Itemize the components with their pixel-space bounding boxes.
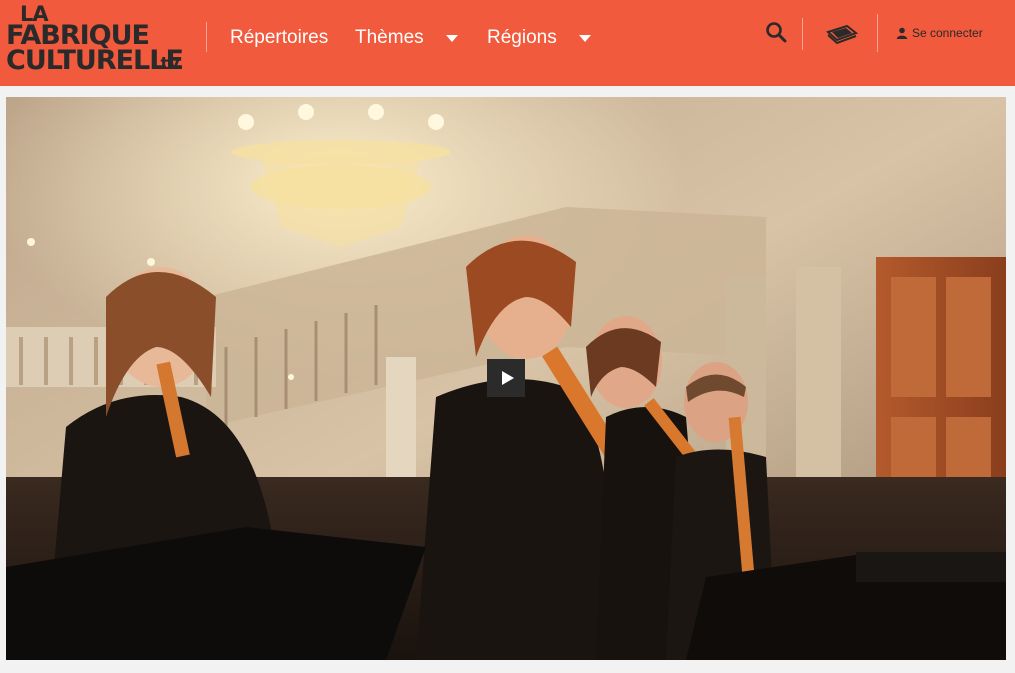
- chevron-down-icon: [445, 34, 458, 42]
- video-player[interactable]: [6, 97, 1006, 660]
- play-icon: [501, 371, 514, 385]
- login-link[interactable]: Se connecter: [896, 26, 983, 40]
- divider: [802, 18, 803, 50]
- nav-repertoires-label: Répertoires: [230, 27, 329, 48]
- search-button[interactable]: [764, 20, 790, 46]
- program-button[interactable]: [825, 20, 859, 46]
- chevron-down-icon: [578, 34, 591, 42]
- nav-regions[interactable]: Régions: [487, 26, 591, 50]
- site-logo[interactable]: LA FABRIQUE CULTURELLE .tv: [6, 2, 184, 78]
- nav-regions-label: Régions: [487, 27, 557, 48]
- play-button[interactable]: [487, 359, 525, 397]
- logo-suffix: .tv: [154, 54, 180, 74]
- login-label: Se connecter: [912, 26, 983, 40]
- nav-themes-label: Thèmes: [355, 27, 424, 48]
- divider: [877, 14, 878, 52]
- nav-repertoires[interactable]: Répertoires: [230, 26, 328, 50]
- top-navigation-bar: LA FABRIQUE CULTURELLE .tv Répertoires T…: [0, 0, 1015, 86]
- search-icon: [766, 22, 787, 43]
- user-icon: [896, 27, 908, 39]
- divider: [206, 22, 207, 52]
- ticket-icon: [826, 24, 859, 45]
- nav-themes[interactable]: Thèmes: [355, 26, 458, 50]
